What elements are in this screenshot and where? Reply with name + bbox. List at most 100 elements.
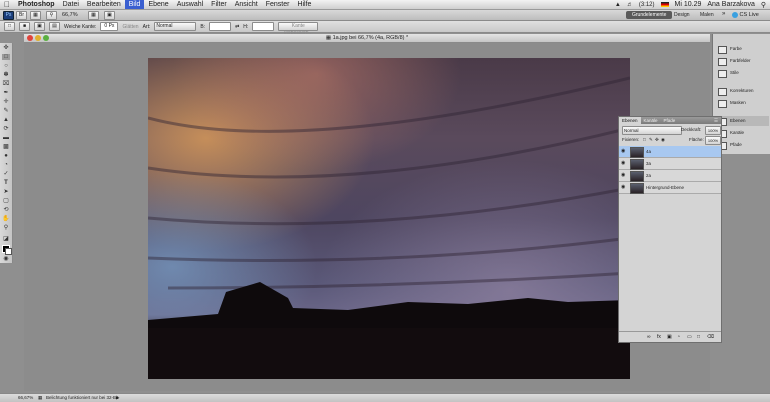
dock-item-farbfelder[interactable]: Farbfelder — [715, 56, 769, 66]
spotlight-icon[interactable]: ⚲ — [761, 1, 766, 9]
tab-ebenen[interactable]: Ebenen — [619, 117, 641, 124]
layer-row[interactable]: ◉ Hintergrund-Ebene — [619, 182, 721, 194]
zoom-level[interactable]: 66,7% — [62, 11, 78, 19]
dock-item-pfade[interactable]: Pfade — [715, 140, 769, 150]
minimize-window-icon[interactable] — [35, 35, 41, 41]
zoom-tool-icon[interactable]: ⚲ — [46, 11, 57, 20]
eraser-tool-icon[interactable]: ▬ — [2, 135, 10, 141]
lock-position-icon[interactable]: ✜ — [655, 135, 659, 144]
apple-icon[interactable]:  — [0, 0, 14, 9]
kante-verbessern-button[interactable]: Kante verbessern... — [278, 22, 319, 36]
width-input[interactable] — [209, 22, 232, 31]
healing-brush-icon[interactable]: ✛ — [2, 99, 10, 105]
adjustment-layer-icon[interactable]: ◔ — [677, 332, 680, 342]
height-input[interactable] — [252, 22, 275, 31]
lock-pixels-icon[interactable]: ✎ — [649, 135, 653, 144]
opacity-input[interactable]: 100% — [705, 126, 721, 135]
menu-fenster[interactable]: Fenster — [262, 0, 294, 9]
crop-tool-icon[interactable]: ⌧ — [2, 81, 10, 87]
workspace-grundelemente[interactable]: Grundelemente — [626, 11, 673, 19]
new-group-icon[interactable]: ▭ — [687, 332, 692, 342]
eye-icon[interactable]: ◉ — [621, 161, 625, 166]
user-name[interactable]: Ana Barzakova — [707, 1, 754, 8]
menu-bearbeiten[interactable]: Bearbeiten — [83, 0, 125, 9]
eye-icon[interactable]: ◉ — [621, 149, 625, 154]
cs-live-button[interactable]: CS Live — [732, 11, 759, 19]
screen-mode-icon[interactable]: ▣ — [104, 11, 115, 20]
quick-selection-icon[interactable]: ✽ — [2, 72, 10, 78]
move-tool-icon[interactable]: ✜ — [2, 45, 10, 51]
battery-status[interactable]: (3:12) — [639, 2, 655, 8]
workspace-menu-icon[interactable]: » — [722, 11, 725, 17]
menu-bild[interactable]: Bild — [124, 0, 145, 9]
tab-kanaele[interactable]: Kanäle — [641, 117, 661, 124]
volume-icon[interactable]: ♬ — [627, 2, 633, 8]
zoom-window-icon[interactable] — [43, 35, 49, 41]
zoom-tool-box-icon[interactable]: ⚲ — [2, 225, 10, 231]
layer-row[interactable]: ◉ 4a — [619, 146, 721, 158]
sky-photo-canvas[interactable] — [148, 58, 630, 379]
tab-pfade[interactable]: Pfade — [661, 117, 679, 124]
blend-mode-select[interactable]: Normal — [622, 126, 682, 135]
delete-layer-icon[interactable]: ⌫ — [707, 332, 714, 342]
workspace-design[interactable]: Design — [668, 11, 696, 19]
menu-ansicht[interactable]: Ansicht — [231, 0, 262, 9]
weiche-kante-input[interactable]: 0 Px — [100, 22, 119, 31]
menu-hilfe[interactable]: Hilfe — [293, 0, 315, 9]
3d-rotate-icon[interactable]: ⟲ — [2, 207, 10, 213]
eye-icon[interactable]: ◉ — [621, 173, 625, 178]
dock-item-stile[interactable]: Stile — [715, 68, 769, 78]
wifi-icon[interactable]: ▲ — [615, 2, 621, 8]
add-mask-icon[interactable]: ▣ — [667, 332, 672, 342]
swap-icon[interactable]: ⇄ — [235, 24, 239, 30]
document-title-bar[interactable]: ▦ 1a.jpg bei 66,7% (4a, RGB/8) * — [24, 34, 710, 43]
lasso-tool-icon[interactable]: ○ — [2, 63, 10, 69]
subtract-selection-icon[interactable]: ▤ — [49, 22, 60, 31]
art-select[interactable]: Normal — [154, 22, 197, 31]
dock-item-masken[interactable]: Masken — [715, 98, 769, 108]
quick-mask-icon[interactable]: ◉ — [2, 256, 10, 262]
dock-item-kanaele[interactable]: Kanäle — [715, 128, 769, 138]
dodge-tool-icon[interactable]: ◔ — [2, 162, 10, 168]
flag-icon[interactable] — [660, 2, 669, 7]
layer-style-icon[interactable]: fx — [657, 332, 661, 342]
dock-item-korrekturen[interactable]: Korrekturen — [715, 86, 769, 96]
link-layers-icon[interactable]: ∞ — [647, 332, 651, 342]
dock-item-ebenen[interactable]: Ebenen — [715, 116, 769, 126]
blur-tool-icon[interactable]: ● — [2, 153, 10, 159]
menu-filter[interactable]: Filter — [207, 0, 231, 9]
add-selection-icon[interactable]: ▣ — [34, 22, 45, 31]
glaetten-checkbox[interactable]: Glätten — [122, 24, 138, 30]
background-color-swatch[interactable] — [5, 248, 12, 255]
workspace-malen[interactable]: Malen — [694, 11, 720, 19]
view-extras-icon[interactable]: ▦ — [30, 11, 41, 20]
gradient-tool-icon[interactable]: ▩ — [2, 144, 10, 150]
menu-app-name[interactable]: Photoshop — [14, 0, 59, 9]
eyedropper-icon[interactable]: ✒ — [2, 90, 10, 96]
menu-ebene[interactable]: Ebene — [144, 0, 172, 9]
bridge-icon[interactable]: Br — [16, 11, 27, 20]
layer-row[interactable]: ◉ 2a — [619, 170, 721, 182]
type-tool-icon[interactable]: T — [2, 180, 10, 186]
fill-input[interactable]: 100% — [705, 136, 721, 145]
pen-tool-icon[interactable]: ✓ — [2, 171, 10, 177]
arrange-documents-icon[interactable]: ▦ — [88, 11, 99, 20]
menu-auswahl[interactable]: Auswahl — [173, 0, 207, 9]
clock[interactable]: Mi 10.29 — [675, 1, 702, 8]
new-selection-icon[interactable]: ■ — [19, 22, 30, 31]
brush-tool-icon[interactable]: ✎ — [2, 108, 10, 114]
marquee-tool-icon[interactable]: □ — [2, 54, 10, 60]
new-layer-icon[interactable]: □ — [697, 332, 700, 342]
path-selection-icon[interactable]: ➤ — [2, 189, 10, 195]
shape-tool-icon[interactable]: ▢ — [2, 198, 10, 204]
lock-transparency-icon[interactable]: □ — [643, 135, 646, 144]
eye-icon[interactable]: ◉ — [621, 185, 625, 190]
close-window-icon[interactable] — [27, 35, 33, 41]
history-brush-icon[interactable]: ⟳ — [2, 126, 10, 132]
default-colors-icon[interactable]: ◪ — [2, 236, 10, 242]
lock-all-icon[interactable]: ◉ — [661, 135, 665, 144]
menu-datei[interactable]: Datei — [59, 0, 83, 9]
dock-item-farbe[interactable]: Farbe — [715, 44, 769, 54]
layer-row[interactable]: ◉ 3a — [619, 158, 721, 170]
clone-stamp-icon[interactable]: ▲ — [2, 117, 10, 123]
